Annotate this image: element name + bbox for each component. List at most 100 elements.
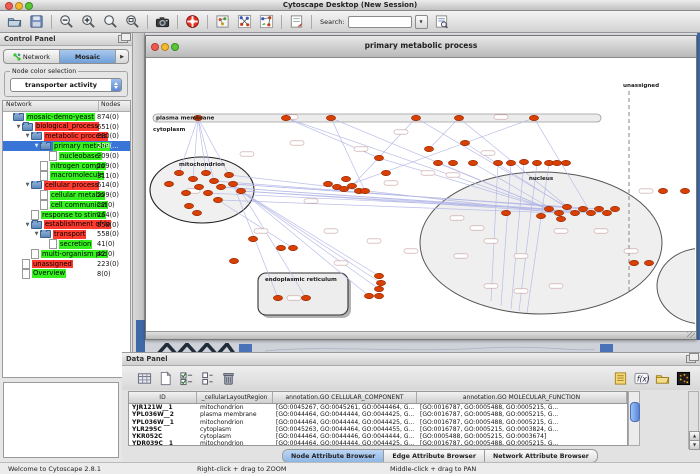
table-cell[interactable]: [GO:0044464, GO:0044446, GO:0044444, G..…: [273, 433, 417, 440]
network-node[interactable]: [529, 115, 538, 120]
network-node[interactable]: [201, 170, 210, 175]
network-node[interactable]: [411, 115, 420, 120]
network-node[interactable]: [602, 210, 611, 215]
network-node[interactable]: [570, 210, 579, 215]
table-cell[interactable]: [GO:0044464, GO:0044444, GO:0044425, G..…: [273, 440, 417, 446]
attribute-table-icon[interactable]: [136, 370, 153, 387]
scroll-down-button[interactable]: ▼: [689, 440, 700, 450]
table-cell[interactable]: [GO:0016787, GO:0005488, GO:0005215, G..…: [417, 411, 627, 418]
network-node[interactable]: [374, 273, 383, 278]
table-row[interactable]: YPL036W__1mitochondrion[GO:0044464, GO:0…: [129, 419, 627, 426]
network-node[interactable]: [347, 183, 356, 188]
zoom-in-icon[interactable]: [80, 13, 97, 30]
tree-row-unassigned[interactable]: unassigned223(0): [3, 259, 130, 269]
network-label-node[interactable]: [290, 141, 304, 145]
network-node[interactable]: [561, 160, 570, 165]
network-node[interactable]: [554, 210, 563, 215]
layout-1-icon[interactable]: [236, 13, 253, 30]
network-node[interactable]: [224, 172, 233, 177]
table-cell[interactable]: [GO:0016787, GO:0005488, GO:0005215, G..…: [417, 419, 627, 426]
zoom-out-icon[interactable]: [58, 13, 75, 30]
network-label-node[interactable]: [624, 249, 638, 253]
tree-row-multi-organism-pro[interactable]: multi-organism pro42(0): [3, 249, 130, 259]
network-label-node[interactable]: [394, 130, 408, 134]
tab-node-attribute-browser[interactable]: Node Attribute Browser: [283, 450, 384, 462]
network-label-node[interactable]: [554, 229, 568, 233]
table-cell[interactable]: cytoplasm: [197, 433, 273, 440]
table-row[interactable]: YDR039C__1mitochondrion[GO:0044464, GO:0…: [129, 440, 627, 446]
network-node[interactable]: [562, 204, 571, 209]
network-node[interactable]: [281, 115, 290, 120]
network-label-node[interactable]: [514, 254, 528, 258]
table-cell[interactable]: [GO:0016787, GO:0005488, GO:0005215, G..…: [417, 404, 627, 411]
network-node[interactable]: [192, 210, 201, 215]
table-row[interactable]: YPL036W__2plasma membrane[GO:0044464, GO…: [129, 411, 627, 418]
network-node[interactable]: [493, 160, 502, 165]
open-session-icon[interactable]: [6, 13, 23, 30]
table-cell[interactable]: mitochondrion: [197, 419, 273, 426]
table-cell[interactable]: [GO:0005488, GO:0005215, GO:0003674]: [417, 433, 627, 440]
network-label-node[interactable]: [354, 147, 368, 151]
expand-arrow-icon[interactable]: ▼: [24, 133, 31, 139]
formula-builder-icon[interactable]: f(x): [633, 370, 650, 387]
network-node[interactable]: [594, 206, 603, 211]
network-node[interactable]: [194, 184, 203, 189]
table-cell[interactable]: mitochondrion: [197, 404, 273, 411]
table-cell[interactable]: cytoplasm: [197, 426, 273, 433]
zoom-fit-icon[interactable]: [102, 13, 119, 30]
import-attributes-icon[interactable]: [654, 370, 671, 387]
network-label-node[interactable]: [514, 289, 528, 293]
network-label-node[interactable]: [484, 284, 498, 288]
network-node[interactable]: [360, 188, 369, 193]
expand-arrow-icon[interactable]: ▼: [15, 124, 22, 130]
network-label-node[interactable]: [484, 239, 498, 243]
tree-row-secretion[interactable]: secretion41(0): [3, 239, 130, 249]
network-label-node[interactable]: [481, 151, 495, 155]
network-label-node[interactable]: [639, 189, 653, 193]
tab-network[interactable]: Network: [4, 50, 60, 63]
network-label-node[interactable]: [594, 229, 608, 233]
network-node[interactable]: [629, 260, 638, 265]
table-cell[interactable]: mitochondrion: [197, 440, 273, 446]
tree-row-establishment-of-lo[interactable]: ▼establishment of lo558(0): [3, 220, 130, 230]
network-node[interactable]: [174, 170, 183, 175]
table-cell[interactable]: [GO:0045263, GO:0044464, GO:0044455, G..…: [273, 426, 417, 433]
column-header-2[interactable]: annotation.GO CELLULAR_COMPONENT: [273, 392, 417, 403]
network-node[interactable]: [680, 188, 689, 193]
table-cell[interactable]: [GO:0016787, GO:0005215, GO:0003824, G..…: [417, 426, 627, 433]
network-node[interactable]: [532, 160, 541, 165]
network-node[interactable]: [248, 236, 257, 241]
layout-2-icon[interactable]: [258, 13, 275, 30]
network-label-node[interactable]: [324, 229, 338, 233]
tree-row-overview[interactable]: Overview8(0): [3, 269, 130, 279]
network-node[interactable]: [433, 160, 442, 165]
network-label-node[interactable]: [404, 249, 418, 253]
table-cell[interactable]: [GO:0045267, GO:0045261, GO:0044464, G..…: [273, 404, 417, 411]
network-label-node[interactable]: [254, 229, 268, 233]
panel-splitter[interactable]: [133, 33, 145, 352]
network-node[interactable]: [341, 176, 350, 181]
network-node[interactable]: [376, 280, 385, 285]
new-attribute-icon[interactable]: [157, 370, 174, 387]
network-node[interactable]: [644, 260, 653, 265]
table-cell[interactable]: [GO:0044464, GO:0044444, GO:0044425, G..…: [273, 419, 417, 426]
table-scrollbar-thumb[interactable]: [630, 402, 640, 422]
tree-row-cellular-metabo[interactable]: cellular metabo209(0): [3, 190, 130, 200]
tree-row-cell-communicat[interactable]: cell communicat22(0): [3, 200, 130, 210]
delete-attribute-icon[interactable]: [220, 370, 237, 387]
network-node[interactable]: [460, 140, 469, 145]
network-label-node[interactable]: [421, 171, 435, 175]
float-data-panel-icon[interactable]: [686, 355, 696, 363]
expand-arrow-icon[interactable]: ▼: [33, 231, 40, 237]
network-node[interactable]: [448, 160, 457, 165]
network-node[interactable]: [578, 206, 587, 211]
network-node[interactable]: [181, 190, 190, 195]
matrix-icon[interactable]: [675, 370, 692, 387]
network-canvas[interactable]: plasma membranecytoplasmmitochondrionnuc…: [147, 58, 695, 332]
network-node[interactable]: [374, 155, 383, 160]
network-node[interactable]: [658, 188, 667, 193]
table-cell[interactable]: YJR121W__1: [129, 404, 197, 411]
network-node[interactable]: [228, 181, 237, 186]
network-node[interactable]: [229, 258, 238, 263]
tree-row-cellular-process[interactable]: ▼cellular process614(0): [3, 181, 130, 191]
